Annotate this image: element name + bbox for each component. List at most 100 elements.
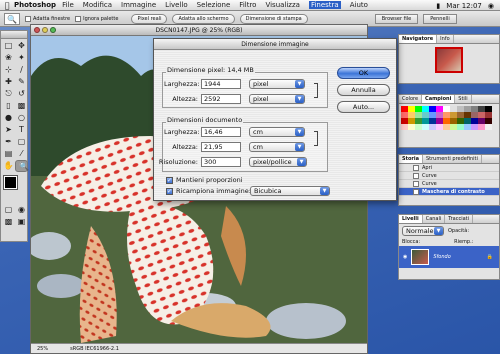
blur-tool-icon[interactable]: ● <box>2 112 15 124</box>
history-item[interactable]: Apri <box>399 164 499 172</box>
marquee-tool-icon[interactable]: □ <box>2 40 15 52</box>
quickmask-mode-icon[interactable]: ◉ <box>15 204 28 216</box>
eyedropper-tool-icon[interactable]: ⁄ <box>15 148 28 160</box>
hand-tool-icon[interactable]: ✋ <box>2 160 15 172</box>
auto-button[interactable]: Auto... <box>337 101 390 113</box>
path-select-icon[interactable]: ➤ <box>2 124 15 136</box>
zoom-readout[interactable]: 25% <box>37 346 48 352</box>
cancel-button[interactable]: Annulla <box>337 84 390 96</box>
standard-mode-icon[interactable]: ▢ <box>2 204 15 216</box>
history-brush-source-checkbox[interactable] <box>413 188 419 195</box>
doc-height-unit-select[interactable]: cm ▼ <box>249 142 305 152</box>
swatch[interactable] <box>464 124 471 130</box>
volume-icon[interactable]: ▮ <box>436 2 440 10</box>
swatch[interactable] <box>450 124 457 130</box>
pixel-width-field[interactable]: 1944 <box>201 79 241 89</box>
resize-windows-checkbox[interactable]: Adatta finestre <box>25 15 70 22</box>
history-item[interactable]: Curve <box>399 180 499 188</box>
swatch[interactable] <box>422 124 429 130</box>
menu-selezione[interactable]: Selezione <box>197 1 231 9</box>
lasso-tool-icon[interactable]: ❀ <box>2 52 15 64</box>
clock[interactable]: Mar 12:07 <box>446 2 482 10</box>
history-brush-icon[interactable]: ↺ <box>15 88 28 100</box>
pixel-height-field[interactable]: 2592 <box>201 94 241 104</box>
gradient-tool-icon[interactable]: ▩ <box>15 100 28 112</box>
tab-navigator[interactable]: Navigatore <box>399 35 438 43</box>
menu-finestra[interactable]: Finestra <box>308 1 341 9</box>
zoom-tool-icon[interactable]: 🔍 <box>15 160 29 172</box>
swatch[interactable] <box>485 124 492 130</box>
zoom-window-icon[interactable] <box>50 27 56 33</box>
clone-stamp-icon[interactable]: ⎋ <box>2 88 15 100</box>
move-tool-icon[interactable]: ✥ <box>15 40 28 52</box>
tab-paths[interactable]: Tracciati <box>445 215 474 223</box>
foreground-color[interactable] <box>3 175 18 190</box>
menu-immagine[interactable]: Immagine <box>121 1 156 9</box>
resample-image-checkbox[interactable]: ✓ Ricampiona immagine: <box>166 187 251 195</box>
tab-history[interactable]: Storia <box>399 155 423 163</box>
history-brush-source-checkbox[interactable] <box>413 180 419 187</box>
crop-tool-icon[interactable]: ⊹ <box>2 64 15 76</box>
ok-button[interactable]: OK <box>337 67 390 79</box>
doc-width-unit-select[interactable]: cm ▼ <box>249 127 305 137</box>
tool-preset-picker[interactable]: 🔍 <box>4 12 20 25</box>
screen-mode-standard-icon[interactable]: ▩ <box>2 216 15 228</box>
ignore-palettes-checkbox[interactable]: Ignora palette <box>75 15 118 22</box>
doc-width-field[interactable]: 16,46 <box>201 127 241 137</box>
brushes-tab[interactable]: Pennelli <box>423 13 457 24</box>
swatch[interactable] <box>408 124 415 130</box>
tab-styles[interactable]: Stili <box>455 95 472 103</box>
minimize-icon[interactable] <box>42 27 48 33</box>
history-item-active[interactable]: Maschera di contrasto <box>399 188 499 196</box>
constrain-proportions-checkbox[interactable]: ✓ Mantieni proporzioni <box>166 176 243 184</box>
menu-file[interactable]: File <box>62 1 74 9</box>
type-tool-icon[interactable]: T <box>15 124 28 136</box>
history-brush-source-checkbox[interactable] <box>413 172 419 179</box>
screen-mode-full-icon[interactable]: ▣ <box>15 216 28 228</box>
notes-tool-icon[interactable]: ▤ <box>2 148 15 160</box>
shape-tool-icon[interactable]: ▢ <box>15 136 28 148</box>
resolution-field[interactable]: 300 <box>201 157 241 167</box>
actual-pixels-button[interactable]: Pixel reali <box>131 13 168 24</box>
slice-tool-icon[interactable]: ∕ <box>15 64 28 76</box>
magic-wand-tool-icon[interactable]: ✦ <box>15 52 28 64</box>
tab-layers[interactable]: Livelli <box>399 215 423 223</box>
app-menu[interactable]: Photoshop <box>14 1 56 9</box>
history-brush-source-checkbox[interactable] <box>413 164 419 171</box>
menu-livello[interactable]: Livello <box>165 1 187 9</box>
swatch[interactable] <box>471 124 478 130</box>
pen-tool-icon[interactable]: ✒ <box>2 136 15 148</box>
dodge-tool-icon[interactable]: ○ <box>15 112 28 124</box>
blend-mode-select[interactable]: Normale ▼ <box>402 226 444 236</box>
close-icon[interactable] <box>34 27 40 33</box>
resample-method-select[interactable]: Bicubica ▼ <box>250 186 330 196</box>
healing-brush-icon[interactable]: ✚ <box>2 76 15 88</box>
swatch[interactable] <box>478 124 485 130</box>
eye-icon[interactable]: ◉ <box>403 254 407 260</box>
tab-info[interactable]: Info <box>437 35 454 43</box>
brush-tool-icon[interactable]: ✎ <box>15 76 28 88</box>
pixel-height-unit-select[interactable]: pixel ▼ <box>249 94 305 104</box>
swatch[interactable] <box>436 124 443 130</box>
history-item[interactable]: Curve <box>399 172 499 180</box>
navigator-thumbnail[interactable] <box>435 47 463 73</box>
doc-height-field[interactable]: 21,95 <box>201 142 241 152</box>
menu-aiuto[interactable]: Aiuto <box>350 1 368 9</box>
menu-visualizza[interactable]: Visualizza <box>265 1 299 9</box>
fit-screen-button[interactable]: Adatta allo schermo <box>172 13 235 24</box>
pixel-width-unit-select[interactable]: pixel ▼ <box>249 79 305 89</box>
swatch[interactable] <box>457 124 464 130</box>
tab-swatches[interactable]: Campioni <box>422 95 456 103</box>
swatch[interactable] <box>401 124 408 130</box>
print-size-button[interactable]: Dimensione di stampa <box>239 13 308 24</box>
menu-modifica[interactable]: Modifica <box>83 1 112 9</box>
tab-tool-presets[interactable]: Strumenti predefiniti <box>423 155 482 163</box>
swatch[interactable] <box>443 124 450 130</box>
layer-row[interactable]: ◉ Sfondo 🔒 <box>399 246 499 268</box>
swatch[interactable] <box>415 124 422 130</box>
file-browser-tab[interactable]: Browser file <box>374 13 419 24</box>
menu-filtro[interactable]: Filtro <box>239 1 256 9</box>
apple-icon[interactable]:  <box>0 1 14 10</box>
tab-channels[interactable]: Canali <box>423 215 446 223</box>
swatch[interactable] <box>429 124 436 130</box>
